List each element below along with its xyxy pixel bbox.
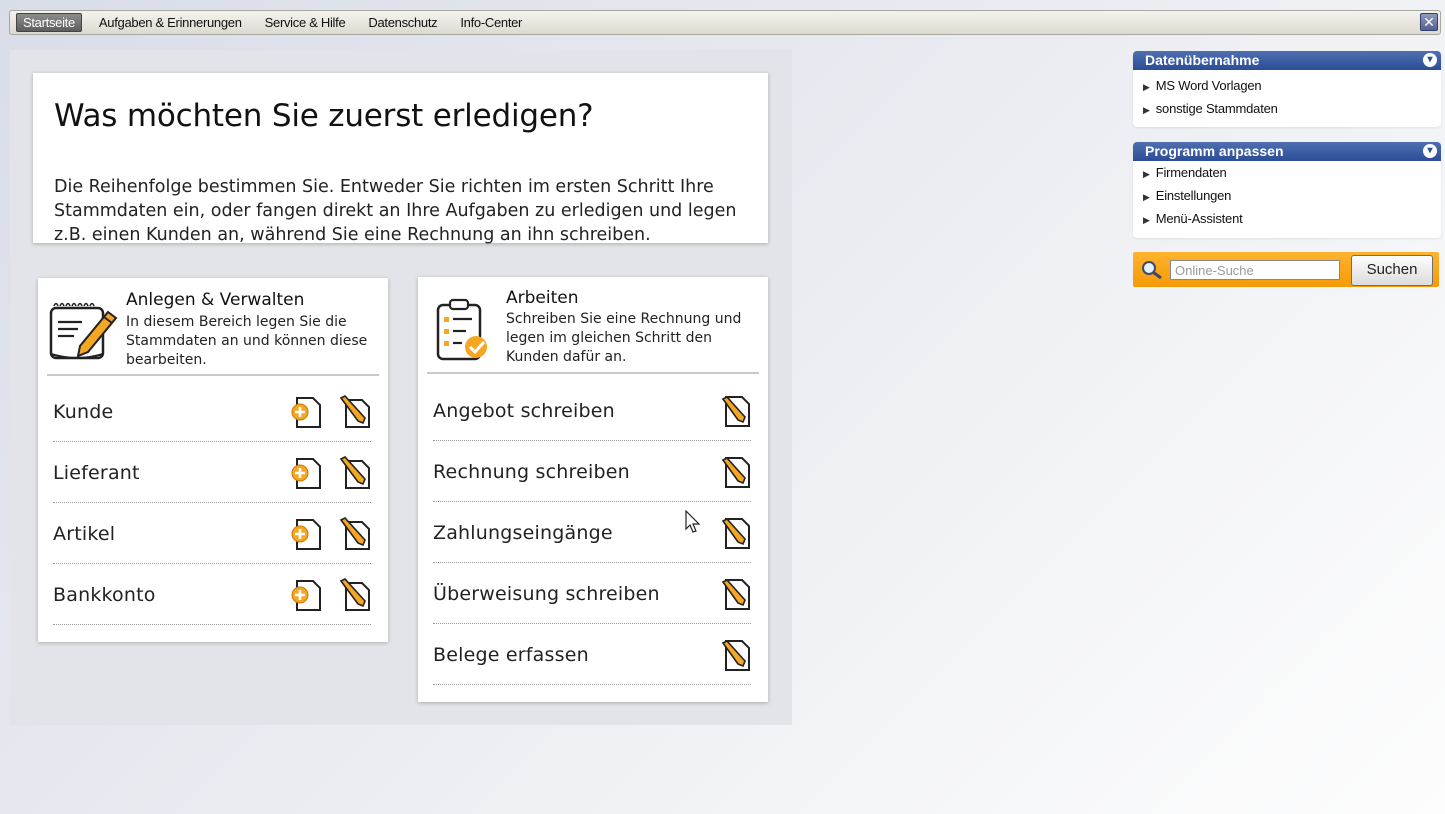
triangle-right-icon: ▶ [1143,82,1150,92]
new-record-icon[interactable] [288,577,324,613]
welcome-title: Was möchten Sie zuerst erledigen? [54,98,594,134]
customize-box-header[interactable]: Programm anpassen ▾ [1133,142,1441,161]
row-label[interactable]: Rechnung schreiben [433,461,630,483]
import-box-header[interactable]: Datenübernahme ▾ [1133,51,1441,70]
edit-document-icon[interactable] [717,576,753,612]
sidebar-item-label: Menü-Assistent [1155,211,1243,226]
row-label[interactable]: Artikel [53,523,115,545]
row-label[interactable]: Kunde [53,401,113,423]
tab-info-center[interactable]: Info-Center [454,13,528,32]
manage-panel: Anlegen & Verwalten In diesem Bereich le… [38,278,388,642]
start-panel: Was möchten Sie zuerst erledigen? Die Re… [10,50,792,725]
sidebar-item-label: MS Word Vorlagen [1155,78,1262,93]
tab-startseite[interactable]: Startseite [16,13,82,32]
customize-box: Programm anpassen ▾ ▶ Firmendaten ▶ Einste… [1133,142,1441,238]
row-label[interactable]: Bankkonto [53,584,156,606]
new-record-icon[interactable] [288,394,324,430]
divider [427,372,759,374]
edit-record-icon[interactable] [337,455,373,491]
divider [47,374,379,376]
customize-box-title: Programm anpassen [1145,143,1284,159]
edit-document-icon[interactable] [717,393,753,429]
close-icon[interactable]: ✕ [1420,13,1438,31]
online-search-input[interactable] [1170,260,1340,280]
triangle-right-icon: ▶ [1143,192,1150,202]
list-item-artikel: Artikel [53,502,371,564]
manage-panel-description: In diesem Bereich legen Sie die Stammdat… [126,314,368,368]
tab-aufgaben-erinnerungen[interactable]: Aufgaben & Erinnerungen [93,13,248,32]
online-search-bar: Suchen [1133,252,1439,287]
edit-record-icon[interactable] [337,394,373,430]
edit-record-icon[interactable] [337,577,373,613]
mouse-cursor-icon [685,510,701,533]
sidebar-item-firmendaten[interactable]: ▶ Firmendaten [1133,161,1441,184]
welcome-text: Die Reihenfolge bestimmen Sie. Entweder … [54,177,737,245]
welcome-card: Was möchten Sie zuerst erledigen? Die Re… [33,73,768,245]
sidebar-item-menue-assistent[interactable]: ▶ Menü-Assistent [1133,207,1441,230]
edit-document-icon[interactable] [717,637,753,673]
sidebar-item-label: sonstige Stammdaten [1155,101,1278,116]
edit-record-icon[interactable] [337,516,373,552]
sidebar-item-einstellungen[interactable]: ▶ Einstellungen [1133,184,1441,207]
import-box-title: Datenübernahme [1145,52,1260,68]
sidebar-item-label: Firmendaten [1155,165,1227,180]
list-item-kunde: Kunde [53,380,371,442]
list-item-bankkonto: Bankkonto [53,563,371,625]
row-label[interactable]: Überweisung schreiben [433,583,660,605]
search-icon [1142,261,1162,280]
edit-document-icon[interactable] [717,515,753,551]
list-item-lieferant: Lieferant [53,441,371,503]
row-label[interactable]: Zahlungseingänge [433,522,613,544]
sidebar-item-ms-word-vorlagen[interactable]: ▶ MS Word Vorlagen [1133,74,1441,97]
sidebar-item-label: Einstellungen [1155,188,1232,203]
top-menu-bar: Startseite Aufgaben & Erinnerungen Servi… [9,10,1441,35]
work-panel-description: Schreiben Sie eine Rechnung und legen im… [506,311,742,365]
import-box: Datenübernahme ▾ ▶ MS Word Vorlagen ▶ sons… [1133,51,1441,127]
edit-document-icon[interactable] [717,454,753,490]
triangle-right-icon: ▶ [1143,169,1150,179]
collapse-icon[interactable]: ▾ [1423,53,1437,67]
row-label[interactable]: Lieferant [53,462,140,484]
tab-service-hilfe[interactable]: Service & Hilfe [259,13,352,32]
sidebar-item-sonstige-stammdaten[interactable]: ▶ sonstige Stammdaten [1133,97,1441,120]
manage-panel-title: Anlegen & Verwalten [126,290,305,310]
tab-datenschutz[interactable]: Datenschutz [362,13,443,32]
list-item-angebot-schreiben: Angebot schreiben [433,379,751,441]
row-label[interactable]: Belege erfassen [433,644,589,666]
collapse-icon[interactable]: ▾ [1423,144,1437,158]
new-record-icon[interactable] [288,455,324,491]
clipboard-checklist-icon [436,298,487,361]
list-item-ueberweisung-schreiben: Überweisung schreiben [433,562,751,624]
list-item-rechnung-schreiben: Rechnung schreiben [433,440,751,502]
list-item-belege-erfassen: Belege erfassen [433,623,751,685]
row-label[interactable]: Angebot schreiben [433,400,615,422]
list-item-zahlungseingaenge: Zahlungseingänge [433,501,751,563]
work-panel: Arbeiten Schreiben Sie eine Rechnung und… [418,277,768,702]
notepad-pencil-icon [49,302,118,360]
search-button[interactable]: Suchen [1351,255,1433,286]
new-record-icon[interactable] [288,516,324,552]
triangle-right-icon: ▶ [1143,215,1150,225]
triangle-right-icon: ▶ [1143,105,1150,115]
work-panel-title: Arbeiten [506,288,579,308]
